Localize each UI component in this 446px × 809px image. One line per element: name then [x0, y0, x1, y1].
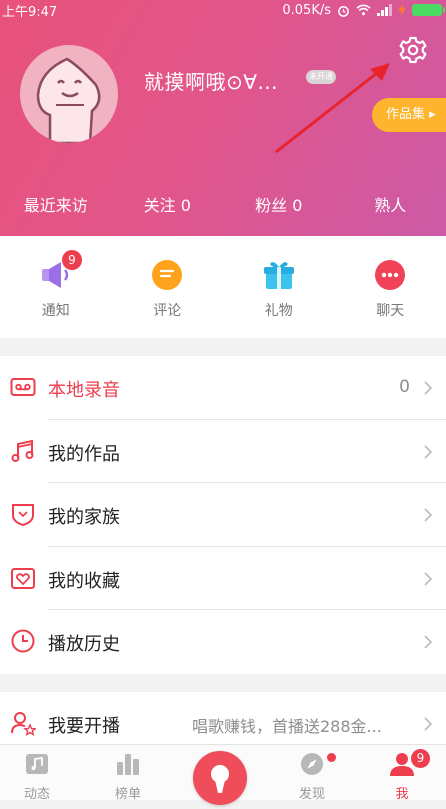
shortcut-label: 聊天 [335, 300, 446, 320]
shortcut-comments[interactable]: 评论 [112, 236, 224, 338]
profile-header: 上午9:47 0.05K/s [0, 0, 446, 236]
chat-icon [373, 258, 407, 292]
menu-item-my-family[interactable]: 我的家族 [0, 483, 446, 547]
menu-item-start-broadcast[interactable]: 我要开播 唱歌赚钱，首播送288金... [0, 692, 446, 744]
heart-icon [10, 565, 36, 591]
play-triangle-icon: ▸ [429, 107, 436, 122]
tab-label: 动态 [2, 783, 72, 802]
status-time: 上午9:47 [2, 1, 57, 20]
shortcut-label: 通知 [0, 300, 112, 320]
menu-item-play-history[interactable]: 播放历史 [0, 610, 446, 674]
user-star-icon [10, 710, 36, 736]
wifi-icon [356, 4, 371, 16]
comment-icon [150, 258, 184, 292]
chevron-right-icon [423, 507, 433, 523]
stat-followers[interactable]: 粉丝 0 [223, 190, 335, 222]
bar-chart-icon [115, 751, 141, 777]
broadcast-label: 我要开播 [48, 712, 120, 738]
nickname[interactable]: 就摸啊哦⊙∀... [144, 66, 278, 95]
chevron-right-icon [423, 444, 433, 460]
sing-button[interactable] [193, 751, 247, 805]
menu-item-my-works[interactable]: 我的作品 [0, 420, 446, 484]
cassette-icon [10, 374, 36, 400]
menu-item-label: 本地录音 [48, 376, 120, 402]
shortcut-chat[interactable]: 聊天 [335, 236, 446, 338]
shortcut-label: 礼物 [223, 300, 335, 320]
network-speed: 0.05K/s [282, 3, 331, 18]
stat-acquaintances[interactable]: 熟人 [335, 190, 446, 222]
works-collection-button[interactable]: 作品集 ▸ [372, 98, 446, 132]
menu-item-label: 我的收藏 [48, 567, 120, 593]
music-note-icon [10, 438, 36, 464]
chevron-right-icon [423, 571, 433, 587]
tab-me[interactable]: 9 我 [367, 745, 437, 801]
tab-discover[interactable]: 发现 [277, 745, 347, 801]
stat-following[interactable]: 关注 0 [112, 190, 224, 222]
tab-label: 榜单 [93, 783, 163, 802]
menu-list: 本地录音 0 我的作品 我的家族 我的收藏 [0, 356, 446, 674]
compass-icon [299, 751, 325, 777]
alarm-icon [337, 4, 350, 17]
feed-icon [24, 751, 50, 777]
gift-icon [262, 258, 296, 292]
broadcast-hint: 唱歌赚钱，首播送288金... [192, 713, 382, 737]
tab-label: 发现 [277, 783, 347, 802]
avatar[interactable] [20, 45, 118, 143]
bottom-tab-bar: 动态 榜单 发现 9 我 [0, 744, 446, 800]
signal-icon [377, 4, 392, 16]
status-bar: 上午9:47 0.05K/s [0, 0, 446, 20]
shortcut-gifts[interactable]: 礼物 [223, 236, 335, 338]
stat-recent-visitors[interactable]: 最近来访 [0, 190, 112, 222]
default-avatar-icon [20, 45, 118, 143]
charging-icon [398, 4, 406, 16]
microphone-icon [193, 751, 247, 805]
tab-label: 我 [367, 783, 437, 802]
shortcut-grid: 9 通知 评论 礼物 聊天 [0, 236, 446, 338]
chevron-right-icon [423, 380, 433, 396]
battery-icon [412, 4, 442, 16]
menu-item-local-recordings[interactable]: 本地录音 0 [0, 356, 446, 420]
notification-badge: 9 [62, 250, 82, 270]
works-collection-label: 作品集 [386, 107, 425, 122]
chevron-right-icon [423, 634, 433, 650]
status-icons: 0.05K/s [282, 3, 442, 18]
menu-item-label: 播放历史 [48, 630, 120, 656]
clock-icon [10, 628, 36, 654]
tab-feed[interactable]: 动态 [2, 745, 72, 801]
chevron-right-icon [423, 716, 433, 732]
shortcut-label: 评论 [112, 300, 224, 320]
tab-charts[interactable]: 榜单 [93, 745, 163, 801]
settings-gear-icon[interactable] [396, 33, 430, 67]
menu-item-label: 我的作品 [48, 440, 120, 466]
stats-bar: 最近来访 关注 0 粉丝 0 熟人 [0, 190, 446, 222]
menu-item-label: 我的家族 [48, 503, 120, 529]
me-badge: 9 [411, 749, 430, 768]
shortcut-notifications[interactable]: 9 通知 [0, 236, 112, 338]
local-recordings-count: 0 [399, 377, 410, 397]
discover-dot-badge [327, 753, 336, 762]
shield-icon [10, 501, 36, 527]
menu-item-my-favorites[interactable]: 我的收藏 [0, 547, 446, 611]
